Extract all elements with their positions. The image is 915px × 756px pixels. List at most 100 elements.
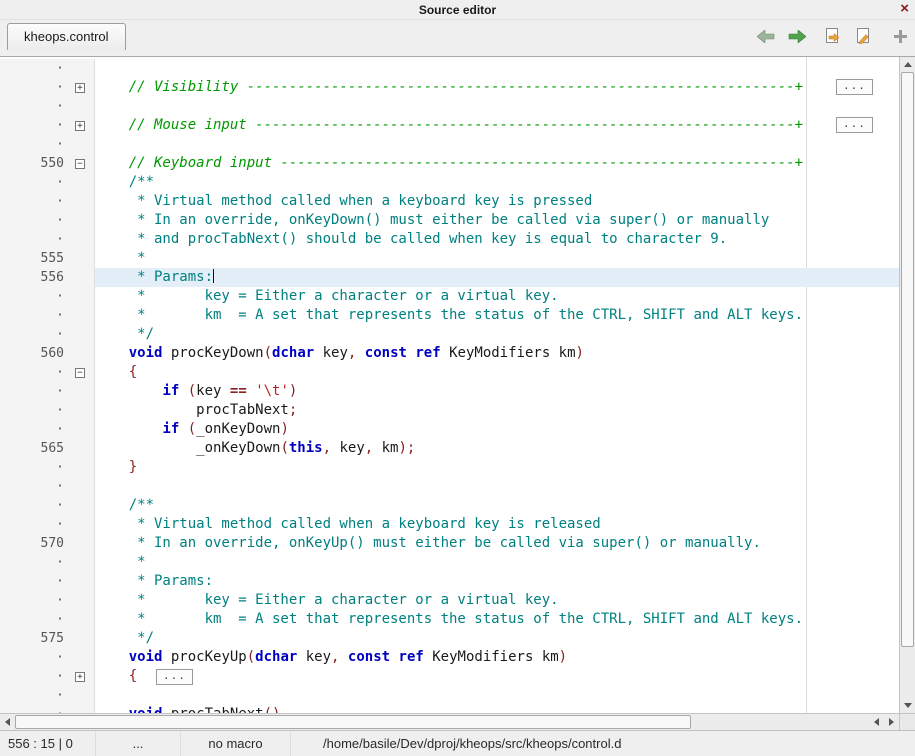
code-line[interactable]: ·− {	[0, 363, 899, 382]
line-number[interactable]: ·	[0, 382, 68, 401]
folded-code-ellipsis[interactable]: ...	[156, 669, 193, 685]
code-text[interactable]: }	[95, 458, 899, 477]
line-number[interactable]: ·	[0, 420, 68, 439]
code-line[interactable]: · *	[0, 553, 899, 572]
line-number[interactable]: ·	[0, 173, 68, 192]
line-number[interactable]: ·	[0, 230, 68, 249]
code-text[interactable]: void procKeyUp(dchar key, const ref KeyM…	[95, 648, 899, 667]
code-text[interactable]: { ...	[95, 667, 899, 686]
code-line[interactable]: · if (_onKeyDown)	[0, 420, 899, 439]
scroll-up-button[interactable]	[900, 57, 915, 72]
code-text[interactable]: /**	[95, 173, 899, 192]
vertical-scrollbar-thumb[interactable]	[901, 72, 914, 647]
code-line[interactable]: 575 */	[0, 629, 899, 648]
code-text[interactable]: {	[95, 363, 899, 382]
code-line[interactable]: 570 * In an override, onKeyUp() must eit…	[0, 534, 899, 553]
code-line[interactable]: · + // Mouse input ----------------------…	[0, 116, 899, 135]
code-line[interactable]: ·	[0, 477, 899, 496]
scroll-left-button[interactable]	[0, 714, 15, 730]
code-line[interactable]: 560 void procKeyDown(dchar key, const re…	[0, 344, 899, 363]
code-text[interactable]	[95, 686, 899, 705]
code-text[interactable]: *	[95, 249, 899, 268]
code-text[interactable]: // Mouse input -------------------------…	[95, 116, 899, 135]
scroll-right-button[interactable]	[884, 714, 899, 730]
code-line[interactable]: · * km = A set that represents the statu…	[0, 306, 899, 325]
code-line[interactable]: · procTabNext;	[0, 401, 899, 420]
code-text[interactable]: */	[95, 629, 899, 648]
line-number[interactable]: ·	[0, 211, 68, 230]
code-line[interactable]: · void procTabNext()	[0, 705, 899, 713]
code-line[interactable]: · */	[0, 325, 899, 344]
line-number[interactable]: ·	[0, 401, 68, 420]
code-text[interactable]: * key = Either a character or a virtual …	[95, 287, 899, 306]
code-line[interactable]: ·+ // Visibility -----------------------…	[0, 78, 899, 97]
code-line[interactable]: 555 *	[0, 249, 899, 268]
scroll-left-button-2[interactable]	[869, 714, 884, 730]
code-line[interactable]: 550− // Keyboard input -----------------…	[0, 154, 899, 173]
code-text[interactable]: // Visibility --------------------------…	[95, 78, 899, 97]
line-number[interactable]: ·	[0, 192, 68, 211]
line-number[interactable]: ·	[0, 135, 68, 154]
line-number[interactable]: 556	[0, 268, 68, 287]
scroll-down-button[interactable]	[900, 698, 915, 713]
go-forward-button[interactable]	[786, 25, 808, 47]
line-number[interactable]: ·	[0, 287, 68, 306]
code-text[interactable]	[95, 59, 899, 78]
code-line[interactable]: ·	[0, 686, 899, 705]
line-number[interactable]: 575	[0, 629, 68, 648]
line-number[interactable]: 570	[0, 534, 68, 553]
code-text[interactable]: * Virtual method called when a keyboard …	[95, 515, 899, 534]
line-number[interactable]: ·	[0, 306, 68, 325]
code-line[interactable]: ·+ { ...	[0, 667, 899, 686]
code-text[interactable]: * In an override, onKeyDown() must eithe…	[95, 211, 899, 230]
code-text[interactable]: * Virtual method called when a keyboard …	[95, 192, 899, 211]
code-line[interactable]: ·	[0, 135, 899, 154]
line-number[interactable]: ·	[0, 458, 68, 477]
horizontal-scrollbar-thumb[interactable]	[15, 715, 691, 729]
close-icon[interactable]: ×	[900, 1, 909, 17]
line-number[interactable]: 565	[0, 439, 68, 458]
code-text[interactable]: _onKeyDown(this, key, km);	[95, 439, 899, 458]
code-text[interactable]: * and procTabNext() should be called whe…	[95, 230, 899, 249]
code-line[interactable]: · void procKeyUp(dchar key, const ref Ke…	[0, 648, 899, 667]
code-text[interactable]: * Params:	[95, 572, 899, 591]
line-number[interactable]: 550	[0, 154, 68, 173]
line-number[interactable]: ·	[0, 78, 68, 97]
code-text[interactable]: */	[95, 325, 899, 344]
go-back-button[interactable]	[755, 25, 777, 47]
code-line[interactable]: · }	[0, 458, 899, 477]
line-number[interactable]: ·	[0, 648, 68, 667]
code-text[interactable]: * key = Either a character or a virtual …	[95, 591, 899, 610]
line-number[interactable]: ·	[0, 59, 68, 78]
fold-collapse-icon[interactable]: −	[75, 159, 85, 169]
open-document-button[interactable]	[822, 25, 844, 47]
line-number[interactable]: ·	[0, 667, 68, 686]
code-line[interactable]: · if (key == '\t')	[0, 382, 899, 401]
code-text[interactable]: if (_onKeyDown)	[95, 420, 899, 439]
code-text[interactable]: * km = A set that represents the status …	[95, 306, 899, 325]
code-text[interactable]	[95, 97, 899, 116]
line-number[interactable]: 555	[0, 249, 68, 268]
fold-expand-icon[interactable]: +	[75, 121, 85, 131]
line-number[interactable]: ·	[0, 610, 68, 629]
line-number[interactable]: ·	[0, 686, 68, 705]
vertical-scrollbar[interactable]	[899, 57, 915, 713]
tab-kheops-control[interactable]: kheops.control	[7, 23, 126, 50]
code-text[interactable]: void procKeyDown(dchar key, const ref Ke…	[95, 344, 899, 363]
line-number[interactable]: ·	[0, 116, 68, 135]
code-line[interactable]: 565 _onKeyDown(this, key, km);	[0, 439, 899, 458]
line-number[interactable]: ·	[0, 325, 68, 344]
code-line[interactable]: · * Virtual method called when a keyboar…	[0, 192, 899, 211]
code-line[interactable]: 556 * Params:	[0, 268, 899, 287]
code-line[interactable]: · * In an override, onKeyDown() must eit…	[0, 211, 899, 230]
code-text[interactable]	[95, 135, 899, 154]
line-number[interactable]: ·	[0, 515, 68, 534]
code-text[interactable]: procTabNext;	[95, 401, 899, 420]
code-text[interactable]: * In an override, onKeyUp() must either …	[95, 534, 899, 553]
code-text[interactable]: // Keyboard input ----------------------…	[95, 154, 899, 173]
line-number[interactable]: ·	[0, 496, 68, 515]
save-document-button[interactable]	[853, 25, 875, 47]
code-text[interactable]: if (key == '\t')	[95, 382, 899, 401]
code-text[interactable]: /**	[95, 496, 899, 515]
code-line[interactable]: · * key = Either a character or a virtua…	[0, 287, 899, 306]
